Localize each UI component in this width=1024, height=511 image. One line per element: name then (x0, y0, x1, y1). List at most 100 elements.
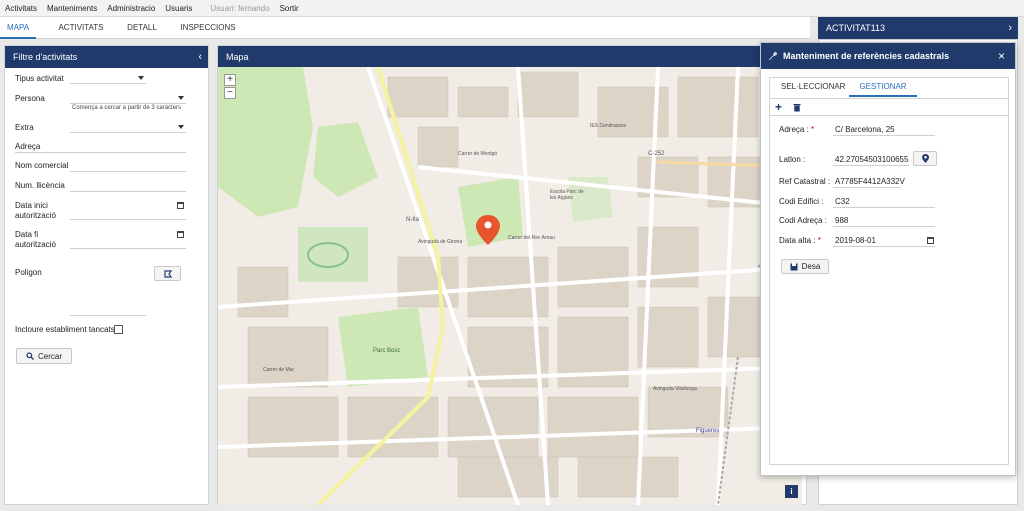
label-tipus-activitat: Tipus activitat (15, 74, 64, 83)
chevron-down-icon[interactable] (138, 76, 144, 80)
place-label-ies: IES Cendrassos (590, 123, 627, 129)
calendar-icon[interactable] (927, 237, 934, 244)
menu-administracio[interactable]: Administracio (102, 4, 160, 13)
tab-inspeccions[interactable]: INSPECCIONS (176, 17, 240, 39)
trash-icon[interactable] (793, 103, 801, 112)
zoom-out-button[interactable]: − (224, 87, 236, 99)
desa-button[interactable]: Desa (781, 259, 829, 274)
label-adreca: Adreça : * (779, 125, 815, 134)
close-icon[interactable]: × (998, 43, 1005, 69)
tab-gestionar[interactable]: GESTIONAR (849, 77, 917, 97)
codi-edifici-field[interactable] (833, 207, 935, 208)
logout-link[interactable]: Sortir (275, 4, 304, 13)
tab-mapa[interactable]: MAPA (0, 17, 36, 39)
street-label-girona: Avinguda de Girona (418, 239, 463, 245)
place-label-escola: Escola Parc de les Aigües (550, 189, 584, 201)
map-panel-header: Mapa (218, 46, 806, 68)
label-latlon: Latlon : (779, 155, 806, 164)
locate-button[interactable] (913, 151, 937, 166)
top-menu-bar: Activitats Manteniments Administracio Us… (0, 0, 1024, 17)
add-button[interactable]: + (775, 100, 782, 114)
data-alta-value[interactable]: 2019-08-01 (835, 236, 876, 245)
label-poligon: Poligon (15, 268, 42, 277)
search-icon (26, 352, 34, 360)
codi-adreca-value[interactable]: 988 (835, 216, 848, 225)
main-tabs: MAPA ACTIVITATS DETALL INSPECCIONS (0, 17, 810, 39)
current-user: Usuari: fernando (210, 3, 270, 13)
persona-select[interactable] (70, 103, 186, 104)
modal-title: Manteniment de referències cadastrals (783, 51, 950, 61)
menu-manteniments[interactable]: Manteniments (42, 4, 102, 13)
menu-activitats[interactable]: Activitats (0, 4, 42, 13)
map-title: Mapa (226, 52, 249, 62)
ref-catastral-value[interactable]: A7785F4412A332V (835, 177, 905, 186)
extra-select[interactable] (70, 132, 186, 133)
label-data-fi: Data fi autorització (15, 230, 56, 249)
codi-edifici-value[interactable]: C32 (835, 197, 850, 206)
info-button[interactable]: i (785, 485, 798, 498)
chevron-down-icon[interactable] (178, 125, 184, 129)
label-num-llicencia: Num. llicència (15, 181, 65, 190)
label-incloure: Incloure establiment tancats (15, 325, 115, 334)
label-ref-catastral: Ref Catastral : (779, 177, 831, 186)
codi-adreca-field[interactable] (833, 226, 935, 227)
tab-sel-leccionar[interactable]: SEL·LECCIONAR (781, 77, 845, 97)
data-fi-input[interactable] (70, 248, 186, 249)
park-label-parc-bosc: Parc Bosc (373, 348, 401, 354)
data-alta-field[interactable] (833, 246, 935, 247)
tab-divider (769, 98, 1009, 99)
tab-activitats[interactable]: ACTIVITATS (52, 17, 110, 39)
poligon-field (70, 315, 146, 316)
calendar-icon[interactable] (177, 202, 184, 209)
label-data-inici: Data inici autorització (15, 201, 56, 220)
tipus-activitat-select[interactable] (70, 83, 146, 84)
label-adreca: Adreça (15, 142, 41, 151)
chevron-left-icon[interactable]: ‹ (198, 46, 202, 68)
filter-panel-header: Filtre d'activitats ‹ (5, 46, 208, 68)
cercar-button[interactable]: Cercar (16, 348, 72, 364)
adreca-value[interactable]: C/ Barcelona, 25 (835, 125, 895, 134)
num-llicencia-input[interactable] (70, 191, 186, 192)
save-icon (790, 263, 798, 270)
toolbar-divider (769, 115, 1009, 116)
latlon-field[interactable] (833, 165, 909, 166)
road-label-n2a: N-IIa (406, 217, 420, 223)
activity-card-header[interactable]: ACTIVITAT113 › (818, 17, 1018, 39)
street-label-montgo: Carrer de Montgó (458, 151, 498, 157)
polygon-icon (163, 269, 172, 278)
map-tiles (218, 67, 802, 505)
road-label-c252: C-252 (648, 151, 665, 157)
tab-detall[interactable]: DETALL (120, 17, 164, 39)
modal-header: Manteniment de referències cadastrals × (761, 43, 1015, 69)
persona-hint: Comença a cercar a partir de 3 caràcters (72, 105, 182, 111)
map-canvas[interactable]: N-IIa C-252 Parc Bosc Figueres Escola Pa… (218, 67, 802, 505)
label-persona: Persona (15, 94, 45, 103)
cadastral-modal: Manteniment de referències cadastrals × … (760, 42, 1016, 476)
street-label-mar: Carrer de Mar (263, 367, 295, 373)
chevron-right-icon[interactable]: › (1008, 17, 1012, 39)
label-codi-adreca: Codi Adreça : (779, 216, 828, 225)
label-nom-comercial: Nom comercial (15, 161, 69, 170)
adreca-field[interactable] (833, 135, 935, 136)
label-extra: Extra (15, 123, 34, 132)
place-label-figueres: Figueres (696, 428, 720, 434)
incloure-checkbox[interactable] (114, 325, 123, 334)
wrench-icon (769, 51, 778, 60)
filter-title: Filtre d'activitats (13, 52, 78, 62)
calendar-icon[interactable] (177, 231, 184, 238)
latlon-value[interactable]: 42.270545031006552 (835, 155, 909, 164)
activity-title: ACTIVITAT113 (826, 23, 886, 33)
label-data-alta: Data alta : * (779, 236, 821, 245)
data-inici-input[interactable] (70, 219, 186, 220)
map-pin-icon (921, 154, 929, 163)
street-label-rec-arnau: Carrer del Rec Arnau (508, 235, 555, 241)
polygon-draw-button[interactable] (154, 266, 181, 281)
chevron-down-icon[interactable] (178, 96, 184, 100)
label-codi-edifici: Codi Edifici : (779, 197, 824, 206)
nom-comercial-input[interactable] (70, 171, 186, 172)
street-label-vilallonga: Avinguda Vilallonga (653, 386, 697, 392)
menu-usuaris[interactable]: Usuaris (160, 4, 197, 13)
zoom-in-button[interactable]: + (224, 74, 236, 86)
adreca-input[interactable] (15, 152, 186, 153)
ref-catastral-field[interactable] (833, 187, 901, 188)
